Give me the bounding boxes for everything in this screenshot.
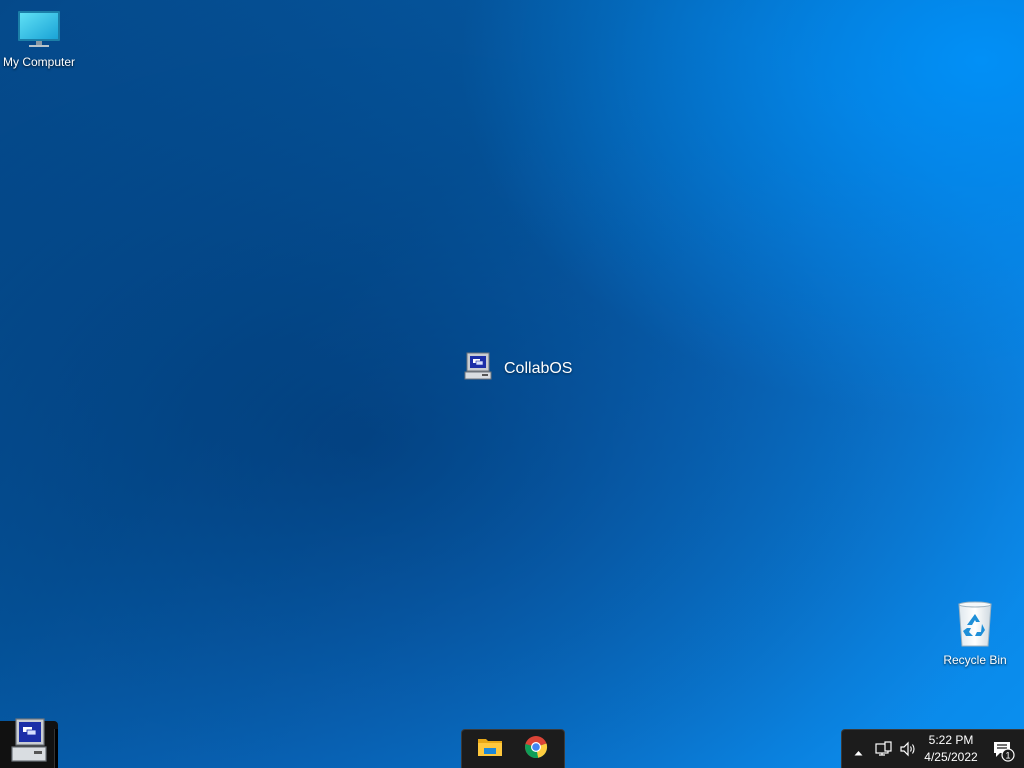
collabos-logo: CollabOS (464, 352, 572, 385)
clock[interactable]: 5:22 PM 4/25/2022 (920, 732, 982, 766)
volume-icon[interactable] (899, 741, 917, 762)
desktop: My Computer CollabOS Recycle Bin 5:22 PM… (0, 0, 1024, 768)
recycle-bin-label: Recycle Bin (943, 653, 1007, 667)
file-explorer-icon (477, 736, 503, 763)
monitor-icon (17, 8, 61, 53)
clock-date: 4/25/2022 (924, 750, 978, 764)
collabos-computer-icon (464, 352, 494, 385)
collabos-computer-icon (10, 717, 48, 768)
chrome-button[interactable] (519, 733, 553, 767)
my-computer-desktop-icon[interactable]: My Computer (0, 8, 78, 69)
system-tray: 5:22 PM 4/25/2022 1 (841, 729, 1024, 768)
clock-time: 5:22 PM (928, 733, 974, 747)
start-button[interactable] (0, 718, 58, 768)
collabos-logo-text: CollabOS (504, 359, 573, 377)
notification-count: 1 (1005, 751, 1010, 761)
chevron-up-icon[interactable] (854, 743, 863, 761)
my-computer-label: My Computer (2, 55, 76, 69)
file-explorer-button[interactable] (473, 733, 507, 767)
network-icon[interactable] (875, 741, 893, 762)
recycle-bin-icon (955, 600, 995, 651)
notification-icon[interactable]: 1 (992, 740, 1016, 767)
taskbar-pinned-apps (461, 729, 565, 768)
chrome-icon (524, 735, 548, 764)
start-divider (54, 729, 58, 768)
recycle-bin-desktop-icon[interactable]: Recycle Bin (940, 600, 1010, 667)
